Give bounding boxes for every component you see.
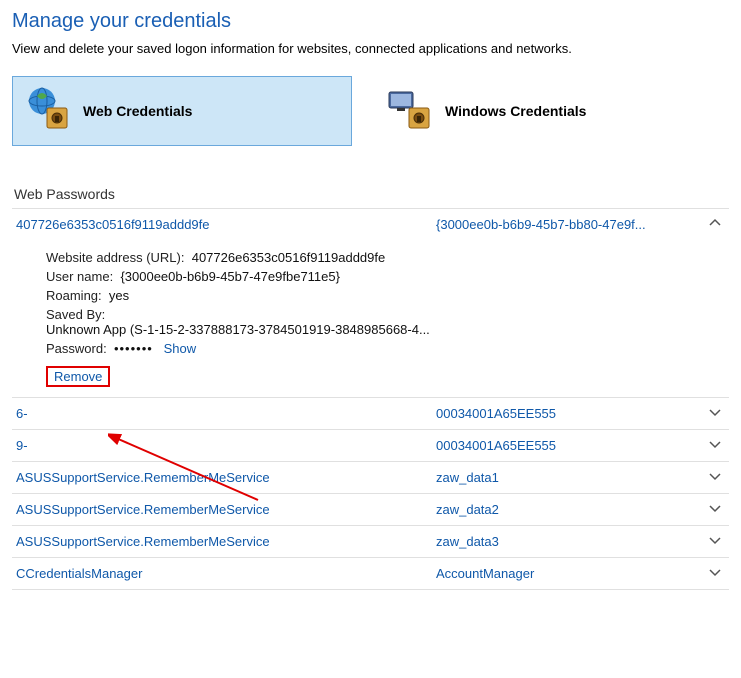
credential-site: ASUSSupportService.RememberMeService (16, 502, 436, 517)
credential-site: ASUSSupportService.RememberMeService (16, 534, 436, 549)
globe-safe-icon (25, 86, 73, 137)
credential-site: ASUSSupportService.RememberMeService (16, 470, 436, 485)
credential-row-expanded[interactable]: 407726e6353c0516f9119addd9fe {3000ee0b-b… (12, 209, 729, 240)
credential-site: CCredentialsManager (16, 566, 436, 581)
credential-row[interactable]: ASUSSupportService.RememberMeService zaw… (12, 494, 729, 526)
credential-user: zaw_data2 (436, 502, 705, 517)
credential-row[interactable]: CCredentialsManager AccountManager (12, 558, 729, 590)
page-title: Manage your credentials (12, 10, 729, 33)
tab-web-label: Web Credentials (83, 103, 192, 119)
monitor-safe-icon (387, 86, 435, 137)
password-masked: ••••••• (114, 341, 153, 356)
credential-user: AccountManager (436, 566, 705, 581)
credential-row[interactable]: ASUSSupportService.RememberMeService zaw… (12, 462, 729, 494)
chevron-down-icon[interactable] (705, 438, 725, 453)
credential-user: 00034001A65EE555 (436, 406, 705, 421)
tab-web-credentials[interactable]: Web Credentials (12, 76, 352, 146)
credential-row[interactable]: 6- 00034001A65EE555 (12, 398, 729, 430)
url-label: Website address (URL): (46, 250, 184, 265)
credential-type-tabs: Web Credentials Windows Credentials (12, 76, 729, 146)
chevron-down-icon[interactable] (705, 534, 725, 549)
roaming-value: yes (109, 288, 129, 303)
credential-site: 407726e6353c0516f9119addd9fe (16, 217, 436, 232)
chevron-down-icon[interactable] (705, 406, 725, 421)
credential-details: Website address (URL): 407726e6353c0516f… (12, 240, 729, 398)
page-subtitle: View and delete your saved logon informa… (12, 41, 729, 56)
chevron-down-icon[interactable] (705, 566, 725, 581)
chevron-up-icon[interactable] (705, 217, 725, 232)
credential-user: 00034001A65EE555 (436, 438, 705, 453)
password-label: Password: (46, 341, 107, 356)
credential-list: 407726e6353c0516f9119addd9fe {3000ee0b-b… (12, 208, 729, 590)
credential-row[interactable]: 9- 00034001A65EE555 (12, 430, 729, 462)
credential-user: zaw_data1 (436, 470, 705, 485)
credential-user: {3000ee0b-b6b9-45b7-bb80-47e9f... (436, 217, 705, 232)
tab-windows-credentials[interactable]: Windows Credentials (374, 76, 714, 146)
section-web-passwords: Web Passwords (12, 186, 729, 202)
savedby-label: Saved By: (46, 307, 105, 322)
credential-user: zaw_data3 (436, 534, 705, 549)
credential-site: 9- (16, 438, 436, 453)
chevron-down-icon[interactable] (705, 470, 725, 485)
remove-highlight-box: Remove (46, 366, 110, 387)
credential-row[interactable]: ASUSSupportService.RememberMeService zaw… (12, 526, 729, 558)
remove-link[interactable]: Remove (54, 369, 102, 384)
tab-windows-label: Windows Credentials (445, 103, 586, 119)
roaming-label: Roaming: (46, 288, 102, 303)
username-value: {3000ee0b-b6b9-45b7-47e9fbe711e5} (120, 269, 340, 284)
savedby-value: Unknown App (S-1-15-2-337888173-37845019… (46, 322, 430, 337)
chevron-down-icon[interactable] (705, 502, 725, 517)
username-label: User name: (46, 269, 113, 284)
credential-site: 6- (16, 406, 436, 421)
url-value: 407726e6353c0516f9119addd9fe (192, 250, 386, 265)
show-password-link[interactable]: Show (164, 341, 197, 356)
